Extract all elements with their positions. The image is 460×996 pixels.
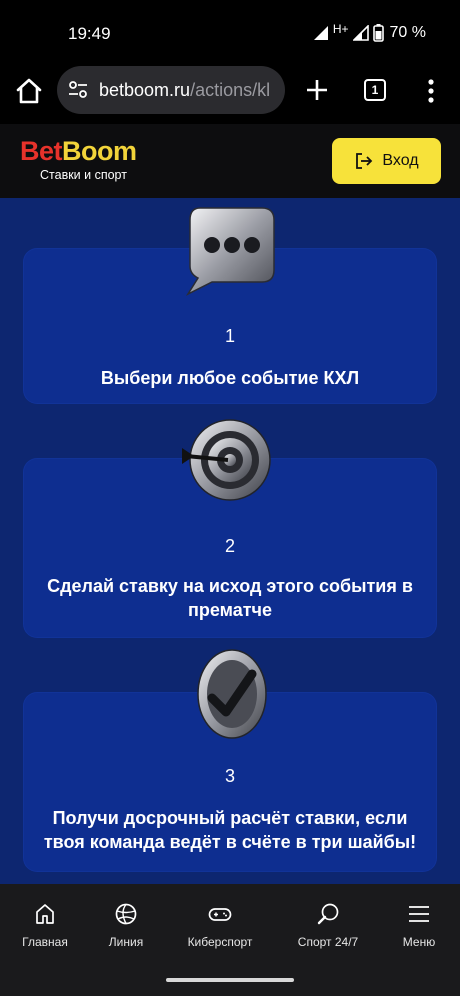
url-path: /actions/kl [190,79,271,100]
url-host: betboom.ru [99,79,191,100]
battery-icon [372,24,384,42]
nav-home[interactable]: Главная [0,902,90,949]
home-icon[interactable] [14,76,44,106]
gesture-handle[interactable] [166,978,294,982]
checkmark-coin-icon [197,649,267,739]
home-icon [36,904,54,924]
address-bar[interactable]: betboom.ru/actions/kl [57,66,285,114]
nav-sport-247[interactable]: Спорт 24/7 [283,902,373,949]
status-bar: 19:49 H+ 70 % [0,0,460,70]
nav-label: Главная [22,935,68,949]
step-text: Получи досрочный расчёт ставки, если тво… [43,808,417,852]
login-button[interactable]: Вход [332,138,441,184]
nav-line[interactable]: Линия [81,902,171,949]
logo-tagline: Ставки и спорт [40,168,127,182]
site-header: BetBoom Ставки и спорт Вход [0,124,460,198]
nav-label: Киберспорт [187,935,253,949]
step-text: Сделай ставку на исход этого события в п… [47,576,413,620]
status-time: 19:49 [68,24,111,43]
gamepad-icon [208,908,232,921]
step-number: 1 [224,326,235,346]
login-label: Вход [382,152,419,169]
site-settings-icon[interactable] [67,79,89,101]
target-dart-icon [182,419,271,501]
battery-level: 70 % [389,24,426,41]
promo-steps: 1 Выбери любое событие КХЛ 2 Сделай став… [0,198,460,884]
step-text: Выбери любое событие КХЛ [100,368,360,388]
signal-icon-2 [352,25,369,41]
nav-label: Меню [402,935,436,949]
bottom-navigation: Главная Линия Киберспорт Спорт 24/7 Меню [0,884,460,960]
menu-icon [409,906,429,922]
login-icon [356,153,373,169]
betboom-logo[interactable]: BetBoom Ставки и спорт [20,137,137,182]
browser-toolbar: betboom.ru/actions/kl 1 [0,62,460,122]
ping-pong-icon [317,903,339,925]
gesture-area [0,960,460,996]
signal-icon [313,26,328,40]
more-options-icon[interactable] [421,77,441,105]
step-number: 2 [224,536,235,556]
nav-label: Спорт 24/7 [297,935,359,949]
nav-label: Линия [108,935,144,949]
step-number: 3 [224,766,235,786]
status-indicators: H+ 70 % [313,22,426,42]
logo-bet: Bet [20,136,63,166]
logo-boom: Boom [62,136,137,166]
chat-bubble-icon [185,207,275,296]
tab-switcher-button[interactable]: 1 [364,79,386,101]
new-tab-icon[interactable] [303,76,331,104]
nav-esports[interactable]: Киберспорт [175,902,265,949]
nav-menu[interactable]: Меню [374,902,460,949]
ball-icon [115,903,137,925]
url-text: betboom.ru/actions/kl [99,80,270,101]
network-type: H+ [332,22,349,36]
